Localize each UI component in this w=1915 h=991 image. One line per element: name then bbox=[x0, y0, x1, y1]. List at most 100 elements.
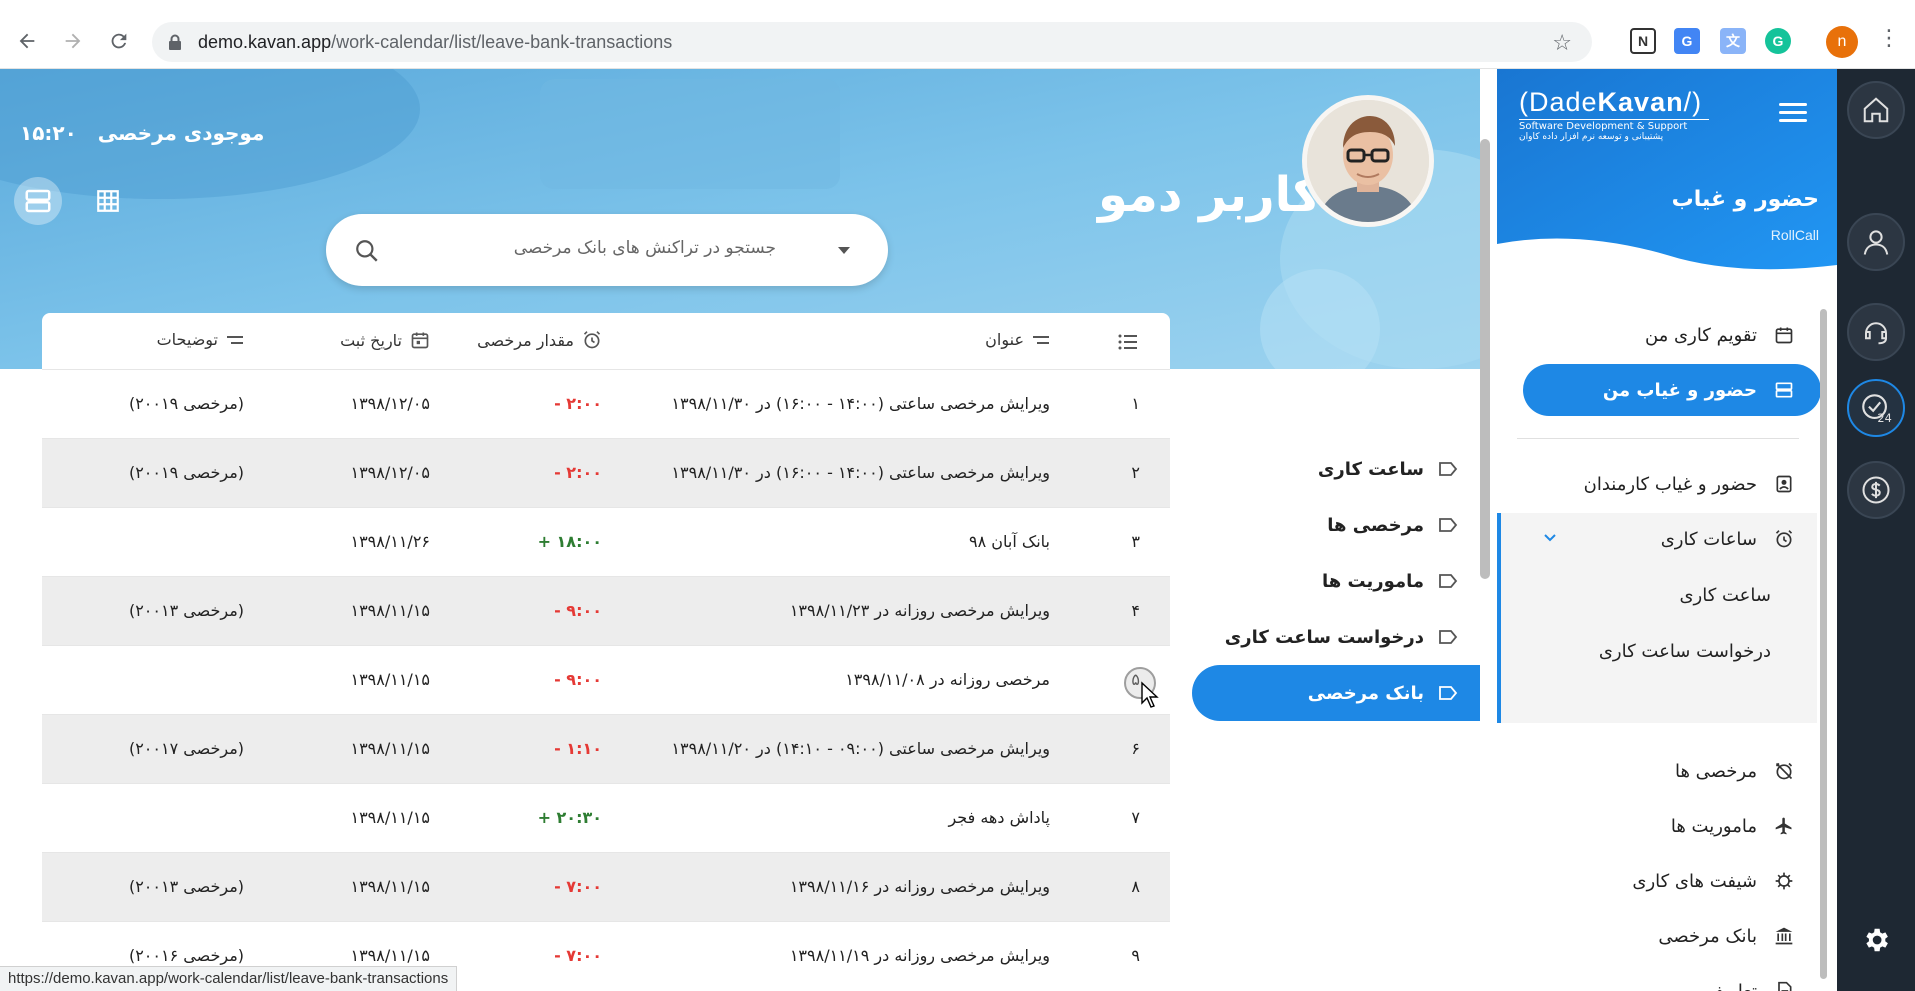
table-row[interactable]: ۳ بانک آبان ۹۸ + ۱۸:۰۰ ۱۳۹۸/۱۱/۲۶ bbox=[42, 507, 1170, 576]
search-icon[interactable] bbox=[354, 238, 380, 268]
row-amount: - ۲:۰۰ bbox=[554, 394, 602, 413]
back-icon[interactable] bbox=[12, 26, 42, 56]
row-amount: - ۲:۰۰ bbox=[554, 463, 602, 482]
submenu-item-label: ساعت کاری bbox=[1317, 458, 1424, 480]
sidebar-item-label: شیفت های کاری bbox=[1632, 870, 1757, 892]
table-row[interactable]: ۷ پاداش دهه فجر + ۲۰:۳۰ ۱۳۹۸/۱۱/۱۵ bbox=[42, 783, 1170, 852]
sidebar-header: (DadeKavan/) Software Development & Supp… bbox=[1497, 69, 1837, 279]
sidebar-item-my-attendance[interactable]: حضور و غیاب من bbox=[1523, 364, 1821, 416]
translate-extension-icon[interactable]: G bbox=[1674, 28, 1700, 54]
sidebar-item-shifts[interactable]: شیفت های کاری bbox=[1497, 855, 1797, 907]
table-row[interactable]: ۵ مرخصی روزانه در ۱۳۹۸/۱۱/۰۸- ۹:۰۰ ۱۳۹۸/۱۱… bbox=[42, 645, 1170, 714]
chevron-down-icon[interactable] bbox=[1543, 531, 1557, 545]
company-logo[interactable]: (DadeKavan/) Software Development & Supp… bbox=[1519, 87, 1719, 142]
browser-menu-icon[interactable]: ⋮ bbox=[1878, 26, 1900, 51]
row-index: ۹ bbox=[1131, 946, 1140, 965]
row-title: ویرایش مرخصی روزانه در ۱۳۹۸/۱۱/۱۹ bbox=[789, 946, 1050, 965]
search-dropdown-icon[interactable] bbox=[838, 247, 850, 254]
profile-button[interactable] bbox=[1847, 213, 1905, 271]
user-avatar[interactable] bbox=[1302, 95, 1434, 227]
header-date-label: تاریخ ثبت bbox=[340, 330, 402, 350]
header-description[interactable]: توضیحات bbox=[157, 330, 244, 349]
header-title-label: عنوان bbox=[985, 330, 1024, 349]
sidebar-subitem-hours-request[interactable]: درخواست ساعت کاری bbox=[1497, 625, 1797, 677]
search-box[interactable]: جستجو در تراکنش های بانک مرخصی bbox=[326, 214, 888, 286]
submenu-item-leave-bank[interactable]: بانک مرخصی bbox=[1192, 665, 1480, 721]
translate-alt-extension-icon[interactable]: 文 bbox=[1720, 28, 1746, 54]
module-subtitle: RollCall bbox=[1770, 227, 1819, 243]
leave-balance: ۱۵:۲۰ موجودی مرخصی bbox=[20, 121, 264, 145]
profile-avatar[interactable]: n bbox=[1826, 26, 1858, 58]
table-header: عنوان مقدار مرخصی تاریخ ثبت توضیحات bbox=[42, 313, 1170, 369]
mouse-cursor-icon bbox=[1141, 681, 1159, 708]
submenu-item-working-hours[interactable]: ساعت کاری bbox=[1192, 441, 1480, 497]
reload-icon[interactable] bbox=[104, 26, 134, 56]
row-index: ۱ bbox=[1131, 394, 1140, 413]
row-date: ۱۳۹۸/۱۱/۱۵ bbox=[350, 877, 430, 896]
sidebar-item-employee-attendance[interactable]: حضور و غیاب کارمندان bbox=[1497, 458, 1797, 510]
sidebar-item-label: حضور و غیاب من bbox=[1602, 379, 1757, 401]
header-title[interactable]: عنوان bbox=[985, 330, 1050, 349]
sidebar-item-my-calendar[interactable]: تقویم کاری من bbox=[1497, 309, 1797, 361]
finance-button[interactable] bbox=[1847, 461, 1905, 519]
header-amount-label: مقدار مرخصی bbox=[477, 330, 574, 350]
sidebar-item-leave-bank[interactable]: بانک مرخصی bbox=[1497, 910, 1797, 962]
row-amount: - ۷:۰۰ bbox=[554, 946, 602, 965]
label-icon bbox=[1439, 518, 1458, 532]
submenu-item-missions[interactable]: ماموریت ها bbox=[1192, 553, 1480, 609]
sidebar-item-missions[interactable]: ماموریت ها bbox=[1497, 800, 1797, 852]
sidebar: (DadeKavan/) Software Development & Supp… bbox=[1497, 69, 1837, 991]
sidebar-subitem-working-hours[interactable]: ساعت کاری bbox=[1497, 569, 1797, 621]
list-view-button[interactable] bbox=[14, 177, 62, 225]
lock-icon bbox=[168, 34, 182, 54]
sidebar-item-working-hours[interactable]: ساعات کاری bbox=[1497, 513, 1797, 565]
table-row[interactable]: ۶ ویرایش مرخصی ساعتی (۰۹:۰۰ - ۱۴:۱۰) در ۱… bbox=[42, 714, 1170, 783]
row-date: ۱۳۹۸/۱۱/۱۵ bbox=[350, 946, 430, 965]
badge-icon bbox=[1771, 471, 1797, 497]
profile-initial: n bbox=[1837, 33, 1847, 50]
table-row[interactable]: ۲ ویرایش مرخصی ساعتی (۱۴:۰۰ - ۱۶:۰۰) در ۱… bbox=[42, 438, 1170, 507]
row-index: ۳ bbox=[1131, 532, 1140, 551]
sidebar-scrollbar[interactable] bbox=[1820, 309, 1827, 979]
alarm-icon bbox=[583, 331, 601, 349]
row-description: (مرخصی ۲۰۰۱۳) bbox=[128, 877, 244, 896]
submenu-item-label: مرخصی ها bbox=[1327, 514, 1424, 536]
header-date[interactable]: تاریخ ثبت bbox=[340, 330, 430, 350]
grid-view-button[interactable] bbox=[84, 177, 132, 225]
label-icon bbox=[1439, 630, 1458, 644]
submenu-item-leaves[interactable]: مرخصی ها bbox=[1192, 497, 1480, 553]
sidebar-item-leaves[interactable]: مرخصی ها bbox=[1497, 745, 1797, 797]
hamburger-menu-icon[interactable] bbox=[1779, 103, 1807, 127]
submenu-item-hours-request[interactable]: درخواست ساعت کاری bbox=[1192, 609, 1480, 665]
row-date: ۱۳۹۸/۱۲/۰۵ bbox=[350, 394, 430, 413]
row-title: مرخصی روزانه در ۱۳۹۸/۱۱/۰۸ bbox=[845, 670, 1050, 689]
settings-button[interactable] bbox=[1855, 919, 1897, 961]
table-row[interactable]: ۸ ویرایش مرخصی روزانه در ۱۳۹۸/۱۱/۱۶ - ۷:۰۰… bbox=[42, 852, 1170, 921]
forward-icon[interactable] bbox=[58, 26, 88, 56]
grammarly-extension-icon[interactable]: G bbox=[1765, 28, 1791, 54]
table-row[interactable]: ۱ ویرایش مرخصی ساعتی (۱۴:۰۰ - ۱۶:۰۰) در ۱… bbox=[42, 369, 1170, 438]
main-scrollbar[interactable] bbox=[1480, 139, 1490, 579]
browser-toolbar: demo.kavan.app/work-calendar/list/leave-… bbox=[0, 0, 1915, 69]
row-date: ۱۳۹۸/۱۲/۰۵ bbox=[350, 463, 430, 482]
row-amount: - ۱:۱۰ bbox=[554, 739, 602, 758]
support-button[interactable] bbox=[1847, 303, 1905, 361]
plane-icon bbox=[1771, 813, 1797, 839]
address-bar[interactable]: demo.kavan.app/work-calendar/list/leave-… bbox=[152, 22, 1592, 62]
attendance-button[interactable]: 24 bbox=[1847, 379, 1905, 437]
leave-balance-label: موجودی مرخصی bbox=[97, 121, 265, 145]
sidebar-item-definitions[interactable]: تعاریف bbox=[1497, 965, 1797, 991]
header-amount[interactable]: مقدار مرخصی bbox=[477, 330, 602, 350]
row-date: ۱۳۹۸/۱۱/۱۵ bbox=[350, 670, 430, 689]
grid-view-icon bbox=[97, 190, 119, 212]
bookmark-star-icon[interactable]: ☆ bbox=[1552, 31, 1572, 56]
table-row[interactable]: ۴ ویرایش مرخصی روزانه در ۱۳۹۸/۱۱/۲۳ - ۹:۰۰… bbox=[42, 576, 1170, 645]
search-input[interactable]: جستجو در تراکنش های بانک مرخصی bbox=[514, 238, 776, 258]
column-menu-icon[interactable] bbox=[1116, 330, 1140, 354]
sidebar-item-label: حضور و غیاب کارمندان bbox=[1583, 473, 1757, 495]
logo-text: (DadeKavan/) bbox=[1519, 87, 1703, 117]
sidebar-item-label: ساعات کاری bbox=[1660, 528, 1757, 550]
notion-extension-icon[interactable]: N bbox=[1630, 28, 1656, 54]
home-button[interactable] bbox=[1847, 81, 1905, 139]
row-title: بانک آبان ۹۸ bbox=[969, 532, 1050, 551]
